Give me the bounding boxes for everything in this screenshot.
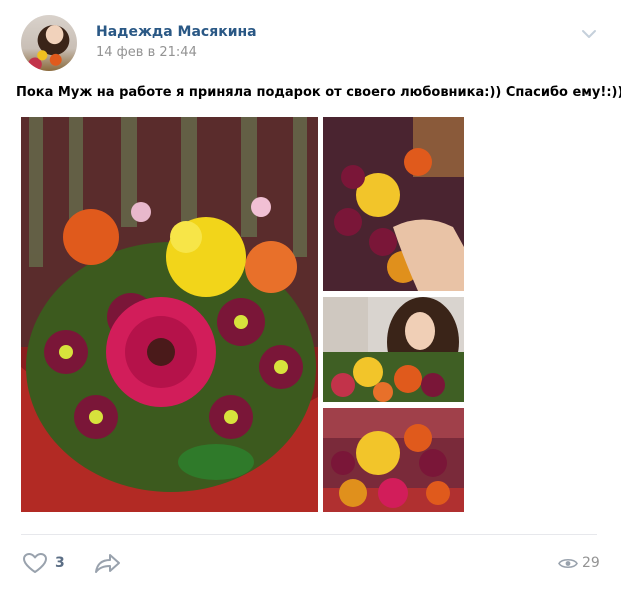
- like-count: 3: [55, 555, 65, 571]
- actions-divider: [21, 534, 597, 535]
- heart-icon[interactable]: [22, 552, 48, 574]
- views-count: 29: [582, 555, 600, 571]
- post-card: Надежда Масякина 14 фев в 21:44 Пока Муж…: [0, 0, 621, 592]
- post-date-link[interactable]: 14 фев в 21:44: [96, 45, 197, 60]
- chevron-down-icon[interactable]: [580, 27, 598, 41]
- photo-woman-bouquet[interactable]: [323, 297, 464, 402]
- author-avatar[interactable]: [21, 15, 77, 71]
- author-name-link[interactable]: Надежда Масякина: [96, 24, 257, 40]
- photo-main[interactable]: [21, 117, 318, 512]
- share-arrow-icon[interactable]: [94, 551, 122, 575]
- photo-hand-bouquet[interactable]: [323, 117, 464, 291]
- eye-icon: [558, 558, 578, 569]
- photo-bouquet-table[interactable]: [323, 408, 464, 512]
- post-text: Пока Муж на работе я приняла подарок от …: [16, 85, 621, 100]
